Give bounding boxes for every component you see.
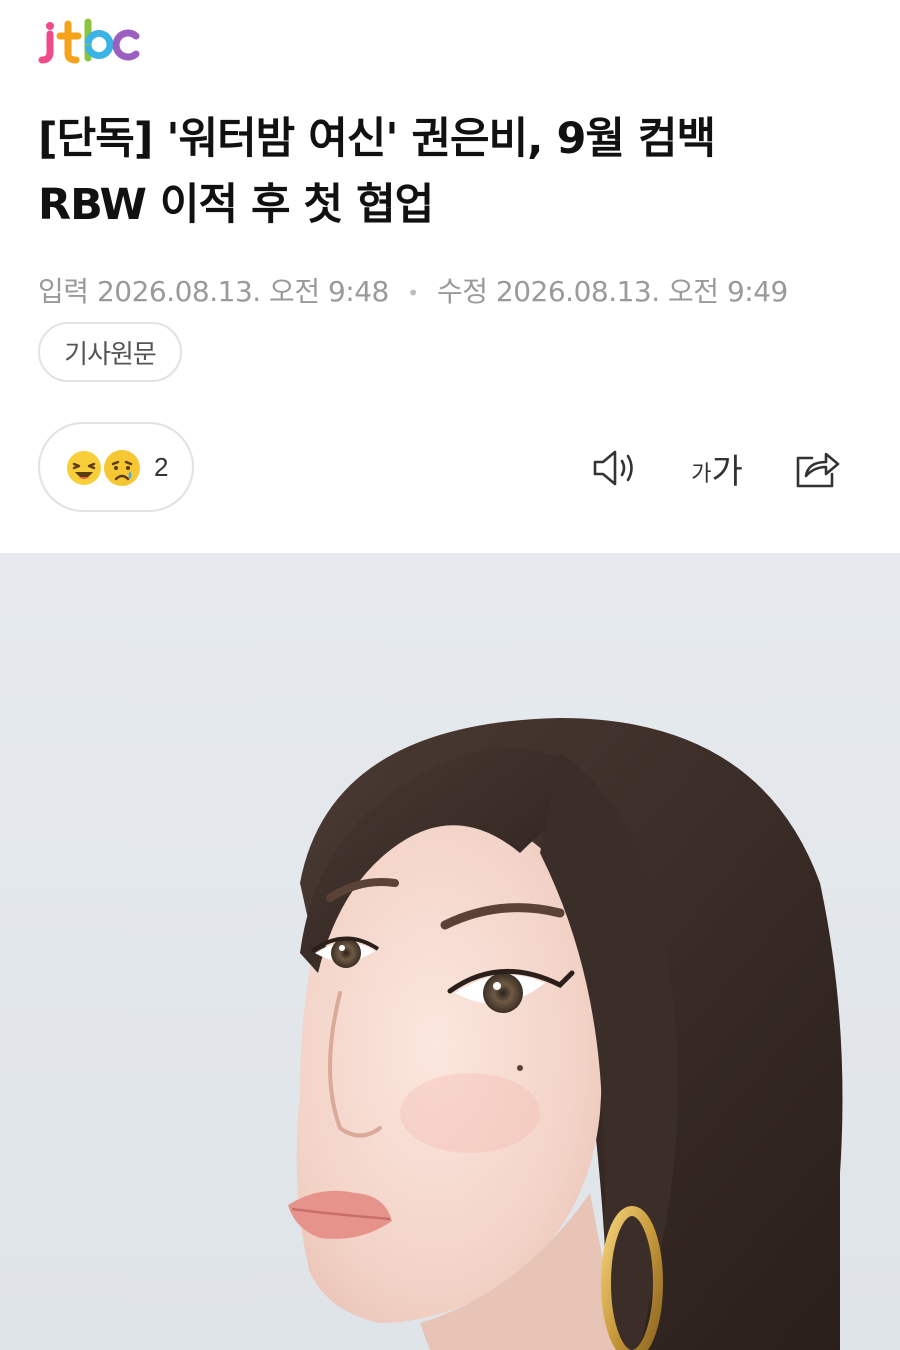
speaker-icon xyxy=(593,450,633,486)
article-headline: [단독] '워터밤 여신' 권은비, 9월 컴백 RBW 이적 후 첫 협업 xyxy=(38,106,868,238)
reaction-count: 2 xyxy=(154,452,169,482)
original-article-button[interactable]: 기사원문 xyxy=(38,322,182,382)
jtbc-logo[interactable] xyxy=(38,14,142,68)
font-size-button[interactable]: 가 가 xyxy=(684,440,750,496)
crying-emoji-icon xyxy=(104,450,140,486)
laughing-emoji-icon xyxy=(65,449,103,487)
article-page: [단독] '워터밤 여신' 권은비, 9월 컴백 RBW 이적 후 첫 협업 입… xyxy=(0,0,900,1350)
font-size-big-glyph: 가 xyxy=(711,451,743,492)
reactions-button[interactable]: 2 xyxy=(38,422,194,512)
headline-line-1: [단독] '워터밤 여신' 권은비, 9월 컴백 xyxy=(38,114,716,164)
article-photo xyxy=(0,553,900,1350)
share-button[interactable] xyxy=(790,440,844,496)
portrait-photo-image xyxy=(0,553,900,1350)
share-icon xyxy=(796,452,840,488)
article-dates: 입력 2026.08.13. 오전 9:48 • 수정 2026.08.13. … xyxy=(38,272,788,313)
headline-line-2: RBW 이적 후 첫 협업 xyxy=(38,180,434,230)
meta-separator: • xyxy=(407,281,419,305)
modified-label: 수정 xyxy=(436,275,488,308)
input-time: 2026.08.13. 오전 9:48 xyxy=(96,275,389,308)
listen-button[interactable] xyxy=(584,440,644,496)
input-label: 입력 xyxy=(38,275,89,308)
modified-time: 2026.08.13. 오전 9:49 xyxy=(495,275,788,308)
font-size-small-glyph: 가 xyxy=(691,462,712,487)
